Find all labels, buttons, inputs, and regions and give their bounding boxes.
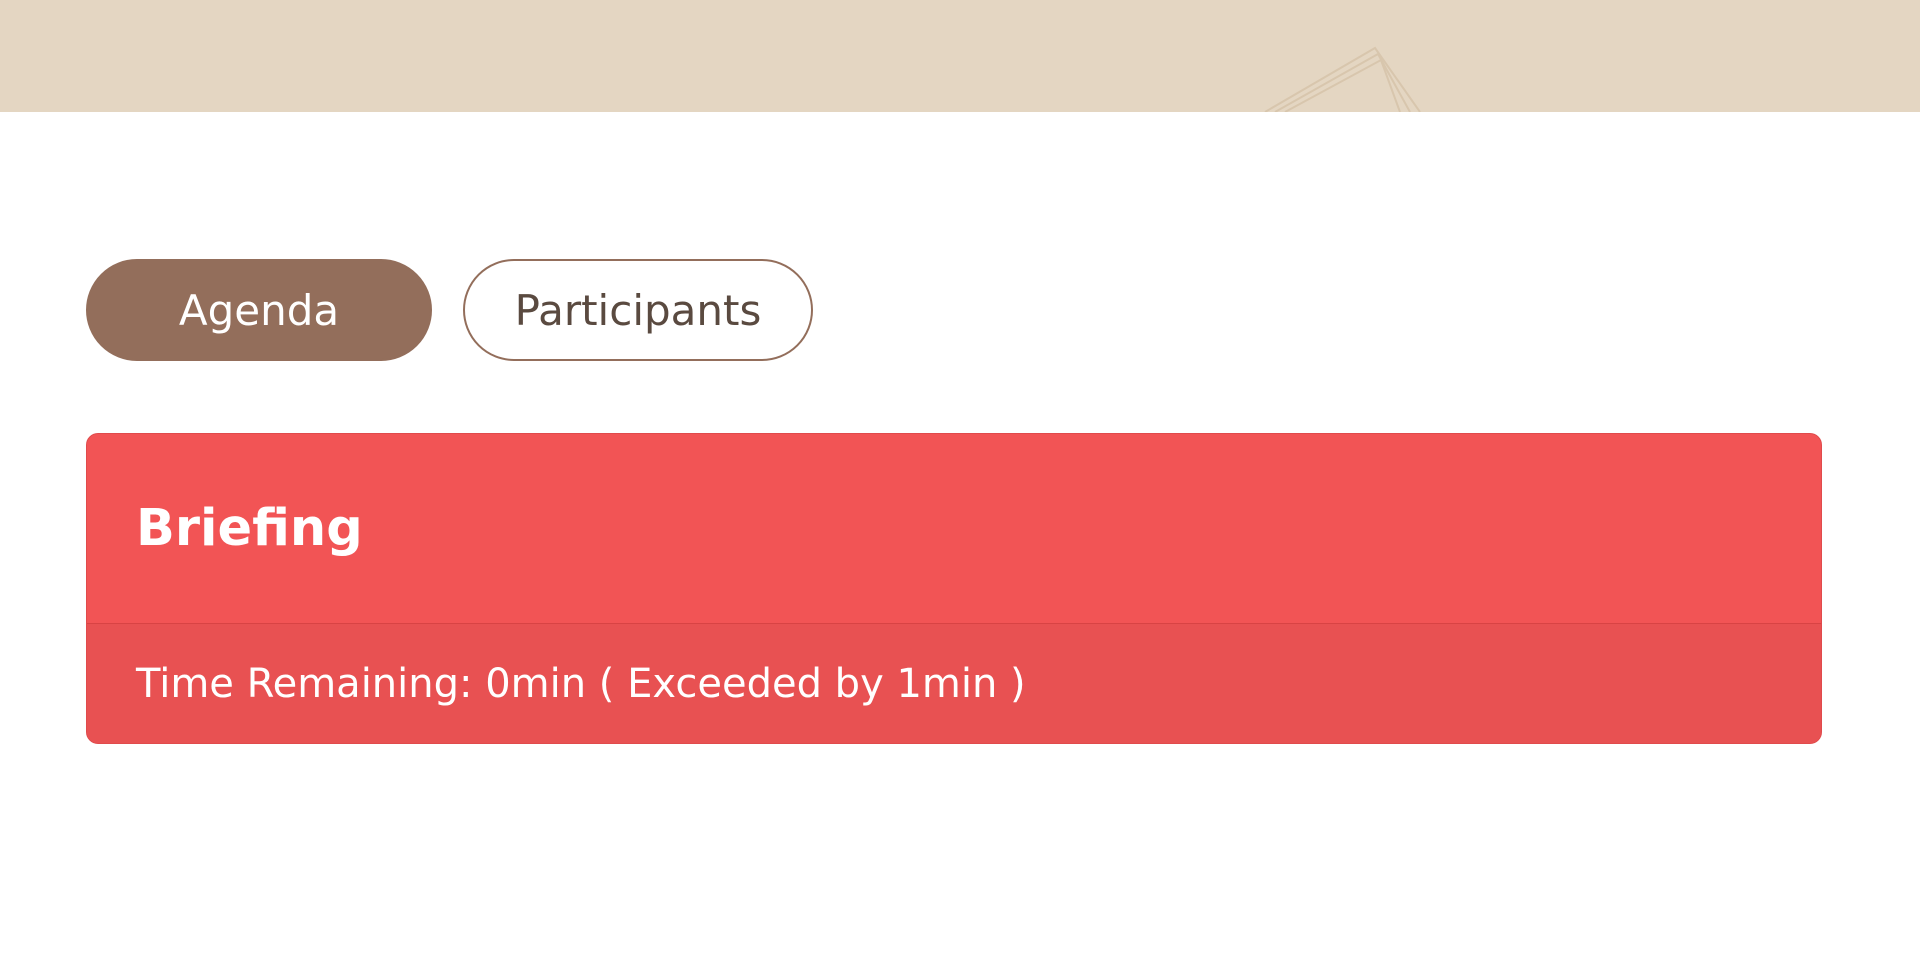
header-decoration-icon xyxy=(1264,46,1421,112)
tab-agenda[interactable]: Agenda xyxy=(86,259,432,361)
view-tabs: Agenda Participants xyxy=(86,259,813,361)
tab-agenda-label: Agenda xyxy=(178,285,340,335)
tab-participants-label: Participants xyxy=(514,285,762,335)
agenda-item-title: Briefing xyxy=(136,499,363,558)
tab-participants[interactable]: Participants xyxy=(463,259,813,361)
header-banner xyxy=(0,0,1920,112)
agenda-item-header: Briefing xyxy=(87,434,1821,624)
agenda-item-time-remaining: Time Remaining: 0min ( Exceeded by 1min … xyxy=(136,661,1026,707)
page: Agenda Participants Briefing Time Remain… xyxy=(0,0,1920,969)
agenda-item-footer: Time Remaining: 0min ( Exceeded by 1min … xyxy=(87,624,1821,743)
agenda-item-card[interactable]: Briefing Time Remaining: 0min ( Exceeded… xyxy=(86,433,1822,744)
